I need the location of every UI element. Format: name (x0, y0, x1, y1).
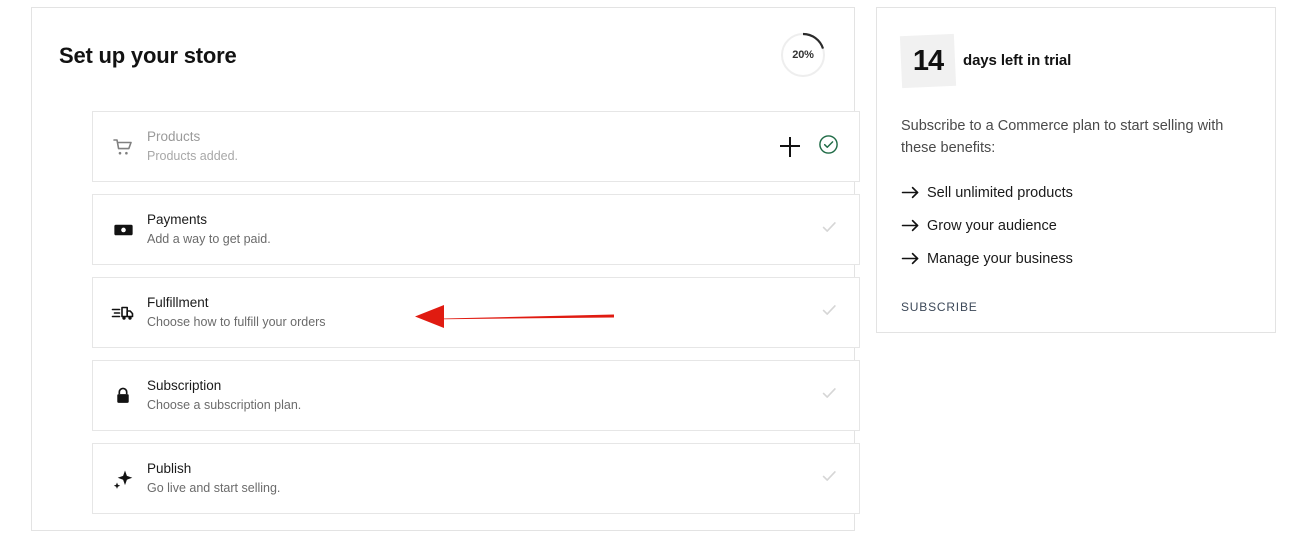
setup-step-actions (780, 134, 839, 160)
setup-step-subscription[interactable]: Subscription Choose a subscription plan. (92, 360, 860, 431)
sparkle-icon (109, 465, 137, 493)
progress-percent-label: 20% (792, 49, 814, 61)
subscribe-button[interactable]: SUBSCRIBE (901, 300, 978, 314)
setup-step-fulfillment[interactable]: Fulfillment Choose how to fulfill your o… (92, 277, 860, 348)
setup-step-title: Publish (147, 461, 192, 476)
trial-header: 14 days left in trial (899, 33, 1072, 89)
list-item: Grow your audience (901, 209, 1253, 242)
trial-description: Subscribe to a Commerce plan to start se… (901, 118, 1224, 156)
trial-promo-card: 14 days left in trial Subscribe to a Com… (876, 7, 1276, 333)
setup-step-description: Add a way to get paid. (147, 232, 271, 246)
setup-step-payments[interactable]: Payments Add a way to get paid. (92, 194, 860, 265)
trial-days-badge: 14 (899, 33, 957, 89)
check-icon (819, 217, 839, 242)
benefit-label: Manage your business (927, 250, 1073, 267)
setup-step-title: Products (147, 129, 201, 144)
setup-step-actions (819, 300, 839, 325)
setup-progress-ring: 20% (780, 32, 826, 78)
setup-step-text: Publish Go live and start selling. (147, 460, 819, 497)
setup-step-title: Payments (147, 212, 208, 227)
arrow-right-icon (901, 218, 927, 233)
setup-card-header: Set up your store 20% (59, 32, 827, 88)
setup-step-text: Subscription Choose a subscription plan. (147, 377, 819, 414)
setup-step-products[interactable]: Products Products added. (92, 111, 860, 182)
setup-step-title: Fulfillment (147, 295, 209, 310)
trial-benefits-list: Sell unlimited products Grow your audien… (901, 176, 1253, 275)
benefit-label: Sell unlimited products (927, 184, 1073, 201)
setup-step-actions (819, 217, 839, 242)
setup-step-description: Choose how to fulfill your orders (147, 315, 326, 329)
check-icon (819, 300, 839, 325)
list-item: Manage your business (901, 242, 1253, 275)
setup-step-actions (819, 383, 839, 408)
setup-step-text: Products Products added. (147, 128, 780, 165)
check-icon (819, 466, 839, 491)
setup-step-description: Choose a subscription plan. (147, 398, 302, 412)
page-title: Set up your store (59, 43, 237, 68)
setup-steps-list: Products Products added. Payments Add a … (92, 111, 860, 526)
setup-step-text: Payments Add a way to get paid. (147, 211, 819, 248)
arrow-right-icon (901, 251, 927, 266)
setup-step-title: Subscription (147, 378, 222, 393)
delivery-truck-icon (109, 299, 137, 327)
setup-step-description: Go live and start selling. (147, 481, 281, 495)
check-circle-icon (818, 134, 839, 160)
trial-days-label: days left in trial (963, 52, 1072, 69)
trial-days-count: 14 (912, 44, 944, 77)
setup-step-description: Products added. (147, 149, 239, 163)
lock-icon (109, 382, 137, 410)
benefit-label: Grow your audience (927, 217, 1057, 234)
add-product-plus-icon[interactable] (780, 136, 800, 157)
banknote-icon (109, 216, 137, 244)
setup-step-text: Fulfillment Choose how to fulfill your o… (147, 294, 819, 331)
setup-store-card: Set up your store 20% Products Products … (31, 7, 860, 531)
setup-step-publish[interactable]: Publish Go live and start selling. (92, 443, 860, 514)
check-icon (819, 383, 839, 408)
setup-step-actions (819, 466, 839, 491)
arrow-right-icon (901, 185, 927, 200)
shopping-cart-icon (109, 133, 137, 161)
list-item: Sell unlimited products (901, 176, 1253, 209)
